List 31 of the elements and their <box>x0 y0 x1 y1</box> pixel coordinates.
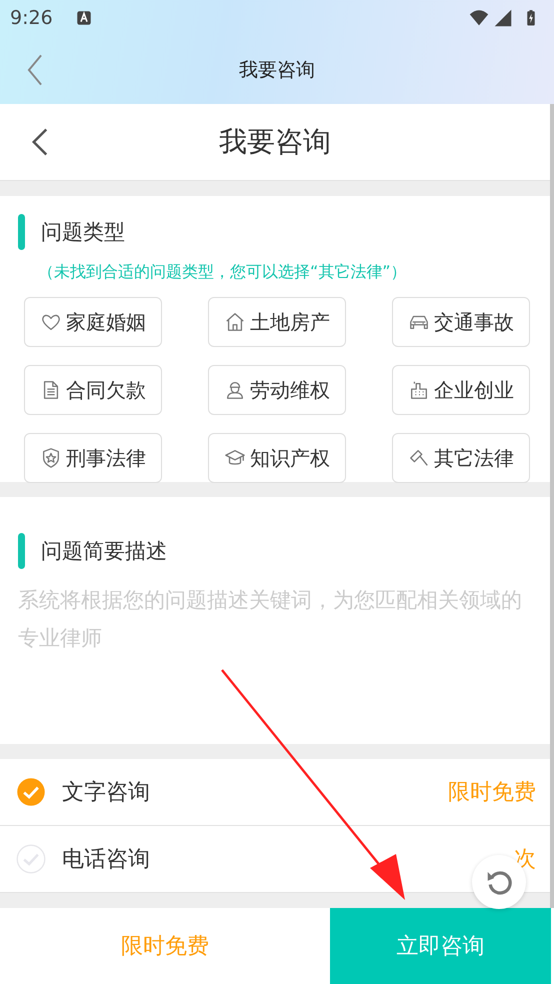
price-text: 限时免费 <box>120 933 210 961</box>
option-label: 文字咨询 <box>62 779 150 807</box>
app-title: 我要咨询 <box>239 58 315 83</box>
page-title: 我要咨询 <box>219 124 331 160</box>
section-title: 问题简要描述 <box>41 538 167 565</box>
category-button[interactable]: 家庭婚姻 <box>24 297 162 347</box>
option-row[interactable]: 文字咨询 限时免费 <box>0 759 550 826</box>
category-button[interactable]: 交通事故 <box>392 297 530 347</box>
back-icon[interactable] <box>30 126 50 158</box>
shield-icon <box>40 447 62 469</box>
category-button[interactable]: 企业创业 <box>392 365 530 415</box>
signal-icon <box>492 7 514 29</box>
option-label: 电话咨询 <box>62 846 150 874</box>
category-button[interactable]: 知识产权 <box>208 433 346 483</box>
house-icon <box>224 311 246 333</box>
category-button[interactable]: 土地房产 <box>208 297 346 347</box>
radio-icon[interactable] <box>16 777 46 807</box>
category-button[interactable]: 刑事法律 <box>24 433 162 483</box>
category-button[interactable]: 劳动维权 <box>208 365 346 415</box>
building-icon <box>408 379 430 401</box>
category-button[interactable]: 其它法律 <box>392 433 530 483</box>
section-title: 问题类型 <box>41 219 125 246</box>
status-time: 9:26 <box>10 7 53 29</box>
person-icon <box>224 379 246 401</box>
accent-bar <box>18 214 25 250</box>
price-text: 限时免费 <box>448 779 536 807</box>
category-button[interactable]: 合同欠款 <box>24 365 162 415</box>
hint-text: （未找到合适的问题类型，您可以选择“其它法律”） <box>38 262 408 283</box>
radio-icon[interactable] <box>16 844 46 874</box>
keyboard-icon <box>74 9 93 27</box>
accent-bar <box>18 533 25 569</box>
